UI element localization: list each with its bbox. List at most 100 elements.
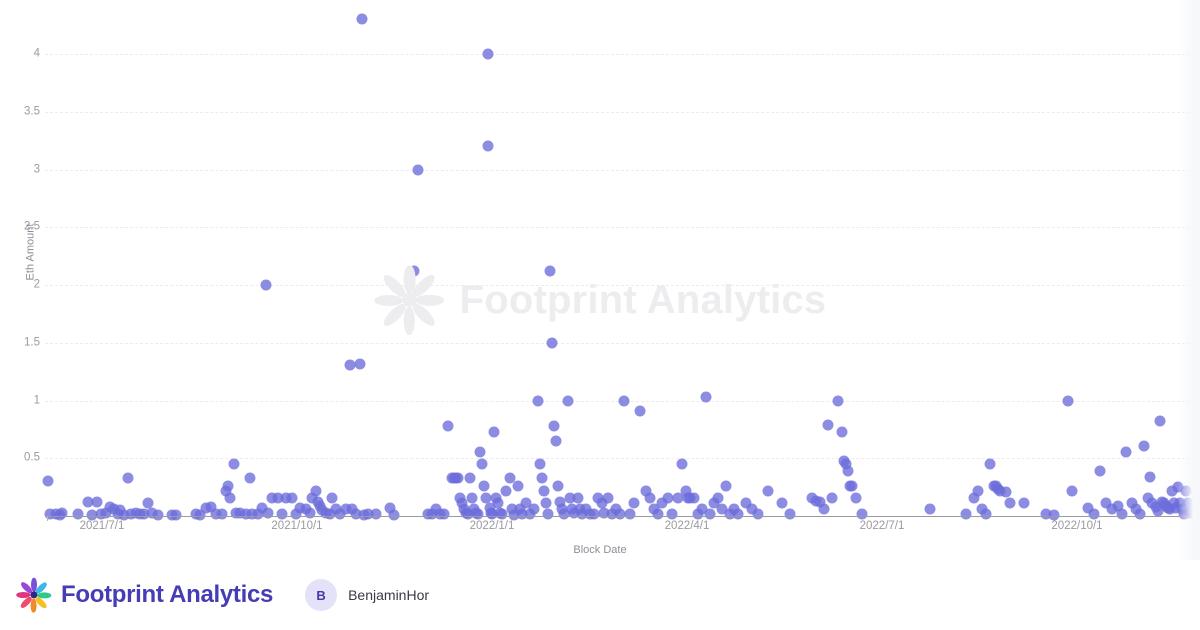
scatter-point[interactable] — [388, 509, 400, 521]
scatter-point[interactable] — [1000, 486, 1012, 498]
scatter-point[interactable] — [700, 391, 712, 403]
scatter-point[interactable] — [170, 509, 182, 521]
scatter-point[interactable] — [452, 472, 464, 484]
scatter-point[interactable] — [826, 492, 838, 504]
scatter-point[interactable] — [1004, 497, 1016, 509]
scatter-point[interactable] — [1120, 446, 1132, 458]
scatter-point[interactable] — [846, 480, 858, 492]
scatter-point[interactable] — [466, 492, 478, 504]
scatter-point[interactable] — [836, 426, 848, 438]
scatter-point[interactable] — [602, 492, 614, 504]
scatter-point[interactable] — [676, 458, 688, 470]
scatter-point[interactable] — [822, 419, 834, 431]
scatter-point[interactable] — [1116, 508, 1128, 520]
scatter-point[interactable] — [536, 472, 548, 484]
scatter-point[interactable] — [832, 395, 844, 406]
scatter-point[interactable] — [222, 480, 234, 492]
scatter-point[interactable] — [666, 508, 678, 520]
user-block[interactable]: B BenjaminHor — [305, 579, 429, 611]
scatter-point[interactable] — [260, 279, 272, 291]
scatter-point[interactable] — [310, 485, 322, 497]
scatter-point[interactable] — [548, 420, 560, 432]
scatter-point[interactable] — [538, 485, 550, 497]
scatter-point[interactable] — [842, 465, 854, 477]
scatter-point[interactable] — [412, 164, 424, 175]
scatter-point[interactable] — [488, 426, 500, 438]
scatter-point[interactable] — [856, 508, 868, 520]
scatter-point[interactable] — [1048, 509, 1060, 521]
scatter-point[interactable] — [984, 458, 996, 470]
scatter-point[interactable] — [1144, 471, 1156, 483]
scatter-point[interactable] — [464, 472, 476, 484]
scatter-point[interactable] — [228, 458, 240, 470]
scatter-point[interactable] — [408, 265, 420, 277]
scatter-point[interactable] — [224, 492, 236, 504]
scatter-point[interactable] — [850, 492, 862, 504]
scatter-point[interactable] — [216, 508, 228, 520]
scatter-point[interactable] — [512, 480, 524, 492]
scatter-point[interactable] — [634, 405, 646, 417]
scatter-point[interactable] — [122, 472, 134, 484]
scatter-point[interactable] — [552, 480, 564, 492]
scatter-point[interactable] — [546, 337, 558, 349]
scatter-point[interactable] — [960, 508, 972, 520]
scatter-point[interactable] — [476, 458, 488, 470]
scatter-point[interactable] — [356, 13, 368, 25]
scatter-point[interactable] — [472, 508, 484, 520]
scatter-point[interactable] — [618, 395, 630, 406]
scatter-point[interactable] — [540, 497, 552, 509]
scatter-point[interactable] — [652, 508, 664, 520]
scatter-point[interactable] — [500, 485, 512, 497]
scatter-point[interactable] — [528, 503, 540, 515]
scatter-point[interactable] — [776, 497, 788, 509]
scatter-point[interactable] — [762, 485, 774, 497]
scatter-point[interactable] — [1180, 485, 1192, 497]
scatter-point[interactable] — [438, 508, 450, 520]
scatter-point[interactable] — [924, 503, 936, 515]
scatter-point[interactable] — [704, 508, 716, 520]
scatter-point[interactable] — [1154, 415, 1166, 427]
scatter-point[interactable] — [442, 420, 454, 432]
scatter-point[interactable] — [980, 508, 992, 520]
scatter-point[interactable] — [1094, 465, 1106, 477]
scatter-point[interactable] — [972, 485, 984, 497]
scatter-point[interactable] — [1134, 508, 1146, 520]
scatter-point[interactable] — [354, 358, 366, 370]
scatter-point[interactable] — [550, 435, 562, 447]
scatter-point[interactable] — [720, 480, 732, 492]
scatter-point[interactable] — [482, 140, 494, 152]
scatter-point[interactable] — [562, 395, 574, 406]
scatter-point[interactable] — [1018, 497, 1030, 509]
scatter-point[interactable] — [752, 508, 764, 520]
scatter-point[interactable] — [1138, 440, 1150, 452]
scatter-point[interactable] — [732, 508, 744, 520]
scatter-point[interactable] — [624, 508, 636, 520]
scatter-point[interactable] — [482, 48, 494, 60]
scatter-point[interactable] — [688, 492, 700, 504]
scatter-point[interactable] — [532, 395, 544, 406]
scatter-point[interactable] — [474, 446, 486, 458]
scatter-point[interactable] — [542, 508, 554, 520]
scatter-point[interactable] — [1062, 395, 1074, 406]
scatter-point[interactable] — [370, 508, 382, 520]
scatter-point[interactable] — [534, 458, 546, 470]
scatter-point[interactable] — [72, 508, 84, 520]
scatter-point[interactable] — [42, 475, 54, 487]
scatter-point[interactable] — [628, 497, 640, 509]
scatter-point[interactable] — [478, 480, 490, 492]
scatter-point[interactable] — [91, 496, 103, 508]
scatter-point[interactable] — [712, 492, 724, 504]
scatter-point[interactable] — [1066, 485, 1078, 497]
scatter-point[interactable] — [152, 509, 164, 521]
brand-block[interactable]: Footprint Analytics — [16, 577, 273, 613]
scatter-point[interactable] — [644, 492, 656, 504]
scatter-point[interactable] — [326, 492, 338, 504]
scatter-point[interactable] — [1088, 508, 1100, 520]
scatter-point[interactable] — [544, 265, 556, 277]
scatter-point[interactable] — [572, 492, 584, 504]
scatter-point[interactable] — [286, 492, 298, 504]
scatter-point[interactable] — [784, 508, 796, 520]
scatter-point[interactable] — [818, 503, 830, 515]
scatter-point[interactable] — [276, 508, 288, 520]
scatter-point[interactable] — [244, 472, 256, 484]
